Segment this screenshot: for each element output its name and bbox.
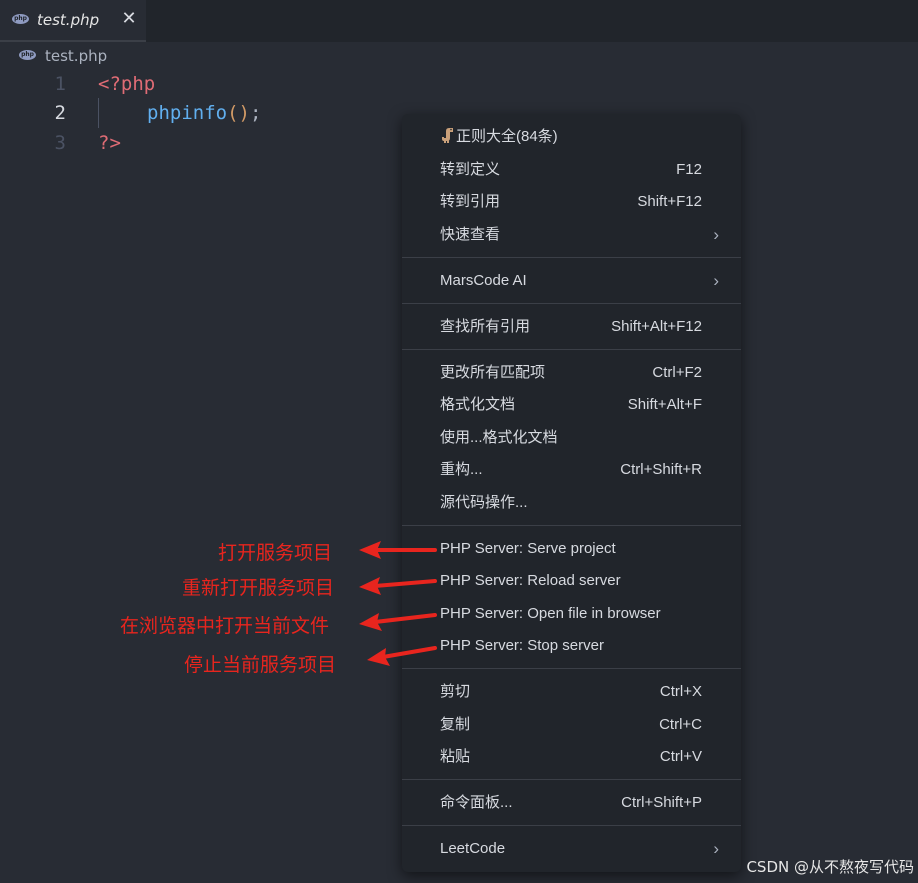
menu-item-label: PHP Server: Serve project	[440, 540, 616, 557]
shortcut-label: Ctrl+C	[659, 716, 702, 733]
menu-item-label: 源代码操作...	[440, 494, 528, 511]
php-close-tag: ?>	[98, 132, 121, 154]
line-number: 1	[54, 73, 66, 95]
menu-item-php-open-in-browser[interactable]: PHP Server: Open file in browser	[402, 599, 741, 629]
shortcut-label: Ctrl+V	[659, 748, 702, 765]
context-menu: 正则大全(84条) 转到定义 F12 转到引用 Shift+F12 快速查看 ›…	[402, 114, 741, 872]
regex-label: 正则大全(84条)	[456, 128, 558, 145]
chevron-right-icon: ›	[713, 225, 719, 244]
menu-item-label: 转到引用	[440, 193, 501, 210]
shortcut-label: F12	[676, 161, 702, 178]
shortcut-label: Shift+Alt+F12	[611, 318, 702, 335]
menu-item-change-all-occurrences[interactable]: 更改所有匹配项 Ctrl+F2	[402, 358, 741, 388]
menu-item-label: 快速查看	[440, 226, 501, 243]
semicolon: ;	[249, 102, 262, 124]
menu-item-copy[interactable]: 复制 Ctrl+C	[402, 710, 741, 740]
menu-separator	[402, 668, 741, 669]
menu-item-label: 剪切	[440, 683, 471, 700]
menu-item-refactor[interactable]: 重构... Ctrl+Shift+R	[402, 455, 741, 485]
menu-item-go-to-definition[interactable]: 转到定义 F12	[402, 155, 741, 185]
menu-item-php-serve-project[interactable]: PHP Server: Serve project	[402, 534, 741, 564]
menu-item-label: 粘贴	[440, 748, 471, 765]
chevron-right-icon: ›	[713, 271, 719, 290]
menu-item-label: LeetCode	[440, 840, 506, 857]
menu-item-regex[interactable]: 正则大全(84条)	[402, 122, 741, 152]
close-icon[interactable]: ✕	[120, 8, 138, 30]
breadcrumb: php test.php	[0, 42, 918, 68]
menu-separator	[402, 825, 741, 826]
watermark: CSDN @从不熬夜写代码	[746, 858, 914, 876]
menu-separator	[402, 779, 741, 780]
breadcrumb-item-file[interactable]: test.php	[45, 47, 107, 65]
menu-item-command-palette[interactable]: 命令面板... Ctrl+Shift+P	[402, 788, 741, 818]
shortcut-label: Ctrl+X	[659, 683, 702, 700]
annotation-stop: 停止当前服务项目	[184, 654, 337, 676]
arrow-stop	[367, 646, 437, 666]
menu-item-find-all-references[interactable]: 查找所有引用 Shift+Alt+F12	[402, 312, 741, 342]
menu-item-label: 重构...	[440, 461, 483, 478]
menu-item-cut[interactable]: 剪切 Ctrl+X	[402, 677, 741, 707]
php-file-icon: php	[19, 50, 36, 60]
shortcut-label: Shift+F12	[637, 193, 702, 210]
menu-item-php-reload-server[interactable]: PHP Server: Reload server	[402, 566, 741, 596]
shortcut-label: Ctrl+Shift+R	[620, 461, 702, 478]
arrow-reload	[359, 577, 437, 595]
menu-item-label: 转到定义	[440, 161, 501, 178]
menu-item-php-stop-server[interactable]: PHP Server: Stop server	[402, 631, 741, 661]
line-number: 3	[54, 132, 66, 154]
menu-separator	[402, 525, 741, 526]
menu-item-source-action[interactable]: 源代码操作...	[402, 488, 741, 518]
shortcut-label: Ctrl+F2	[652, 364, 702, 381]
menu-item-label: PHP Server: Stop server	[440, 637, 604, 654]
menu-item-label: 正则大全(84条)	[440, 122, 558, 152]
chevron-right-icon: ›	[713, 839, 719, 858]
menu-item-format-document[interactable]: 格式化文档 Shift+Alt+F	[402, 390, 741, 420]
menu-item-format-document-with[interactable]: 使用...格式化文档	[402, 423, 741, 453]
menu-item-label: 查找所有引用	[440, 318, 531, 335]
dinosaur-icon	[442, 128, 453, 143]
menu-item-go-to-references[interactable]: 转到引用 Shift+F12	[402, 187, 741, 217]
function-name: phpinfo	[147, 102, 228, 124]
menu-separator	[402, 303, 741, 304]
menu-separator	[402, 349, 741, 350]
line-number: 2	[54, 102, 66, 124]
arrow-serve	[359, 541, 437, 559]
annotation-reload: 重新打开服务项目	[182, 577, 335, 599]
menu-item-label: PHP Server: Open file in browser	[440, 605, 661, 622]
code-line[interactable]: 1 <?php	[0, 69, 918, 99]
menu-item-paste[interactable]: 粘贴 Ctrl+V	[402, 742, 741, 772]
annotation-arrows	[359, 541, 437, 666]
menu-item-label: 复制	[440, 716, 471, 733]
menu-item-leetcode[interactable]: LeetCode ›	[402, 834, 741, 864]
menu-item-label: PHP Server: Reload server	[440, 572, 621, 589]
menu-item-label: 使用...格式化文档	[440, 429, 558, 446]
php-file-icon: php	[12, 14, 29, 24]
parentheses: ()	[227, 102, 250, 124]
shortcut-label: Shift+Alt+F	[627, 396, 702, 413]
tab-label: test.php	[37, 11, 100, 29]
menu-item-label: MarsCode AI	[440, 272, 527, 289]
menu-item-label: 更改所有匹配项	[440, 364, 546, 381]
menu-item-label: 命令面板...	[440, 794, 513, 811]
annotation-open: 在浏览器中打开当前文件	[120, 615, 330, 637]
menu-separator	[402, 257, 741, 258]
shortcut-label: Ctrl+Shift+P	[621, 794, 702, 811]
menu-item-label: 格式化文档	[440, 396, 516, 413]
tab-bar: php test.php ✕	[0, 0, 918, 42]
annotation-serve: 打开服务项目	[218, 542, 333, 564]
arrow-open	[359, 613, 437, 631]
tab-test-php[interactable]: php test.php ✕	[0, 0, 146, 42]
menu-item-peek[interactable]: 快速查看 ›	[402, 220, 741, 250]
php-open-tag: <?php	[98, 73, 156, 95]
menu-item-marscode-ai[interactable]: MarsCode AI ›	[402, 266, 741, 296]
